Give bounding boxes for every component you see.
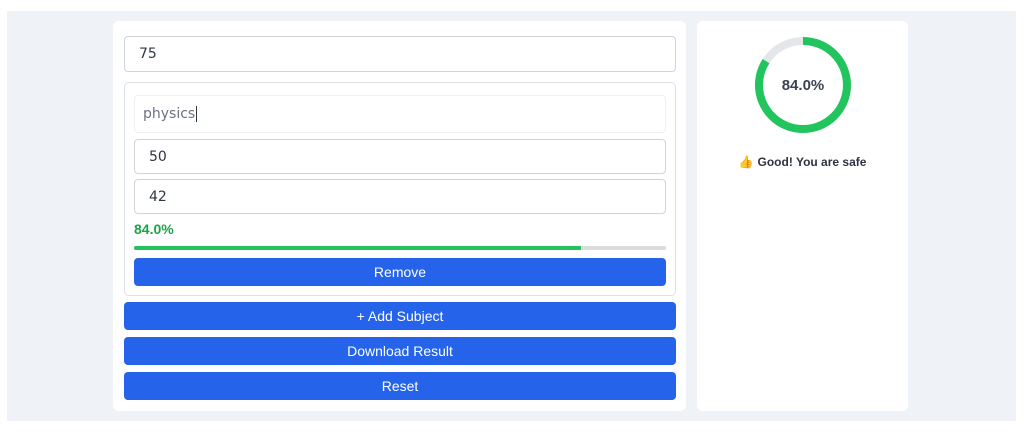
thumbs-up-icon: 👍 bbox=[738, 155, 754, 169]
text-caret bbox=[196, 106, 198, 122]
subject-name-input[interactable]: physics bbox=[143, 106, 195, 122]
percentage-ring: 84.0% bbox=[751, 33, 855, 137]
total-input[interactable] bbox=[139, 46, 675, 62]
obtained-marks-input[interactable] bbox=[149, 188, 665, 205]
status-text: Good! You are safe bbox=[757, 155, 867, 169]
status-message: 👍 Good! You are safe bbox=[697, 155, 908, 169]
reset-button[interactable]: Reset bbox=[124, 372, 676, 400]
subject-card: physics 84.0% Remove bbox=[124, 82, 676, 296]
summary-panel: 84.0% 👍 Good! You are safe bbox=[697, 21, 908, 411]
subjects-panel: physics 84.0% Remove + Add Subject Downl… bbox=[113, 21, 686, 411]
subject-percentage: 84.0% bbox=[134, 221, 174, 237]
add-subject-button[interactable]: + Add Subject bbox=[124, 302, 676, 330]
max-marks-field[interactable] bbox=[134, 139, 666, 174]
remove-subject-button[interactable]: Remove bbox=[134, 258, 666, 286]
subject-name-field[interactable]: physics bbox=[134, 95, 666, 133]
max-marks-input[interactable] bbox=[149, 148, 665, 165]
subject-progress-bar bbox=[134, 246, 666, 250]
obtained-marks-field[interactable] bbox=[134, 179, 666, 214]
download-result-button[interactable]: Download Result bbox=[124, 337, 676, 365]
total-input-field[interactable] bbox=[124, 36, 676, 72]
subject-progress-fill bbox=[134, 246, 581, 250]
ring-percentage-label: 84.0% bbox=[781, 76, 825, 94]
